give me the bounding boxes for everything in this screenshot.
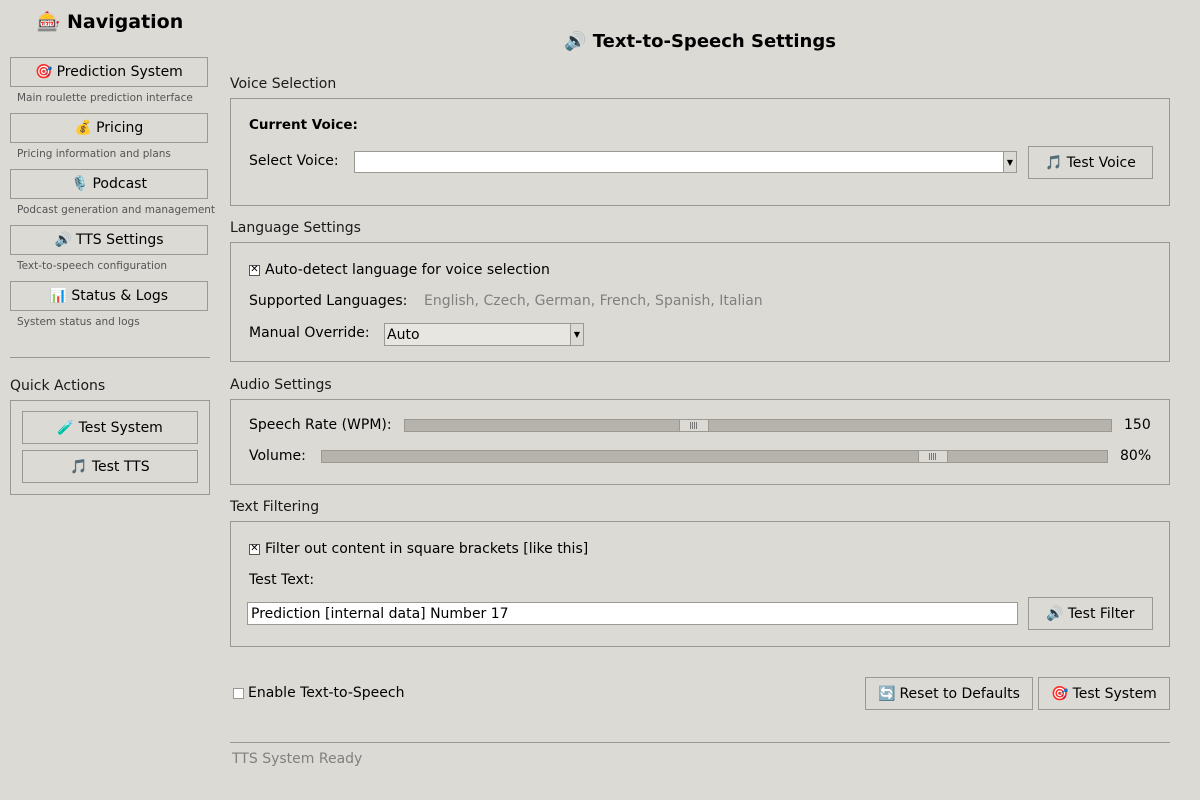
volume-slider[interactable] xyxy=(321,450,1108,463)
slot-machine-icon: 🎰 xyxy=(36,11,61,33)
reset-defaults-button[interactable]: 🔄 Reset to Defaults xyxy=(865,677,1033,710)
music-note-icon: 🎵 xyxy=(70,458,88,475)
target-icon: 🎯 xyxy=(35,64,53,80)
quick-actions-label: Quick Actions xyxy=(10,378,106,394)
select-voice-label: Select Voice: xyxy=(249,153,339,169)
supported-languages-value: English, Czech, German, French, Spanish,… xyxy=(424,293,763,309)
test-filter-button[interactable]: 🔊 Test Filter xyxy=(1028,597,1153,630)
test-system-button[interactable]: 🎯 Test System xyxy=(1038,677,1170,710)
speaker-icon: 🔊 xyxy=(564,31,587,52)
test-tube-icon: 🧪 xyxy=(57,419,75,436)
status-divider xyxy=(230,742,1170,743)
nav-status-logs-desc: System status and logs xyxy=(17,316,140,328)
target-icon: 🎯 xyxy=(1051,685,1069,702)
nav-prediction-system-desc: Main roulette prediction interface xyxy=(17,92,193,104)
volume-label: Volume: xyxy=(249,448,306,464)
speech-rate-slider-handle[interactable] xyxy=(679,419,709,432)
speaker-icon: 🔊 xyxy=(54,232,72,248)
filter-brackets-label: Filter out content in square brackets [l… xyxy=(265,541,589,557)
enable-tts-check-box[interactable] xyxy=(233,687,244,699)
microphone-icon: 🎙️ xyxy=(71,176,89,192)
quick-test-tts-button[interactable]: 🎵 Test TTS xyxy=(22,450,198,483)
nav-podcast-button[interactable]: 🎙️ Podcast xyxy=(10,169,208,199)
nav-pricing-button[interactable]: 💰 Pricing xyxy=(10,113,208,143)
enable-tts-label: Enable Text-to-Speech xyxy=(248,685,405,701)
nav-tts-settings-button[interactable]: 🔊 TTS Settings xyxy=(10,225,208,255)
quick-test-system-button[interactable]: 🧪 Test System xyxy=(22,411,198,444)
text-filtering-label: Text Filtering xyxy=(230,499,320,515)
nav-status-logs-button[interactable]: 📊 Status & Logs xyxy=(10,281,208,311)
sidebar-divider xyxy=(10,357,210,358)
test-voice-label: Test Voice xyxy=(1066,154,1136,171)
chevron-down-icon[interactable]: ▼ xyxy=(570,324,583,345)
supported-languages-label: Supported Languages: xyxy=(249,293,408,309)
voice-selection-label: Voice Selection xyxy=(230,76,337,92)
nav-prediction-system-button[interactable]: 🎯 Prediction System xyxy=(10,57,208,87)
manual-override-label: Manual Override: xyxy=(249,325,370,341)
speech-rate-label: Speech Rate (WPM): xyxy=(249,417,392,433)
audio-settings-label: Audio Settings xyxy=(230,377,332,393)
chart-icon: 📊 xyxy=(49,288,68,304)
test-voice-button[interactable]: 🎵 Test Voice xyxy=(1028,146,1153,179)
speech-rate-value: 150 xyxy=(1124,417,1151,433)
manual-override-combobox[interactable]: Auto ▼ xyxy=(384,323,584,346)
volume-slider-handle[interactable] xyxy=(918,450,948,463)
navigation-title-text: Navigation xyxy=(67,11,184,33)
test-filter-label: Test Filter xyxy=(1067,605,1135,622)
audio-settings-group xyxy=(230,399,1170,485)
filter-brackets-checkbox[interactable]: ✕ Filter out content in square brackets … xyxy=(249,541,588,557)
enable-tts-checkbox[interactable]: Enable Text-to-Speech xyxy=(233,685,404,701)
chevron-down-icon[interactable]: ▼ xyxy=(1003,152,1016,172)
quick-button-label: Test System xyxy=(78,419,163,436)
money-bag-icon: 💰 xyxy=(74,120,93,136)
manual-override-value: Auto xyxy=(387,326,420,343)
current-voice-label: Current Voice: xyxy=(249,117,358,133)
refresh-icon: 🔄 xyxy=(878,685,896,702)
speaker-icon: 🔊 xyxy=(1046,605,1064,622)
voice-select-combobox[interactable]: ▼ xyxy=(354,151,1017,173)
page-title: 🔊 Text-to-Speech Settings xyxy=(230,31,1170,52)
auto-detect-label: Auto-detect language for voice selection xyxy=(265,262,550,278)
nav-button-label: Status & Logs xyxy=(71,288,169,304)
test-system-label: Test System xyxy=(1072,685,1157,702)
test-text-label: Test Text: xyxy=(249,572,315,588)
filter-brackets-check-box[interactable]: ✕ xyxy=(249,543,260,555)
status-text: TTS System Ready xyxy=(232,751,363,767)
nav-button-label: TTS Settings xyxy=(75,232,164,248)
page-title-text: Text-to-Speech Settings xyxy=(592,31,836,52)
music-note-icon: 🎵 xyxy=(1045,154,1063,171)
test-text-input[interactable]: Prediction [internal data] Number 17 xyxy=(247,602,1018,625)
speech-rate-slider[interactable] xyxy=(404,419,1112,432)
navigation-title: 🎰 Navigation xyxy=(0,10,220,33)
nav-button-label: Pricing xyxy=(96,120,144,136)
nav-button-label: Prediction System xyxy=(56,64,183,80)
nav-pricing-desc: Pricing information and plans xyxy=(17,148,171,160)
quick-button-label: Test TTS xyxy=(91,458,150,475)
grip-icon xyxy=(929,453,937,460)
nav-tts-settings-desc: Text-to-speech configuration xyxy=(17,260,168,272)
language-settings-label: Language Settings xyxy=(230,220,361,236)
volume-value: 80% xyxy=(1120,448,1152,464)
nav-button-label: Podcast xyxy=(92,176,147,192)
auto-detect-check-box[interactable]: ✕ xyxy=(249,264,260,276)
nav-podcast-desc: Podcast generation and management xyxy=(17,204,216,216)
reset-defaults-label: Reset to Defaults xyxy=(899,685,1020,702)
test-text-value: Prediction [internal data] Number 17 xyxy=(251,605,509,622)
auto-detect-checkbox[interactable]: ✕ Auto-detect language for voice selecti… xyxy=(249,262,550,278)
grip-icon xyxy=(690,422,698,429)
